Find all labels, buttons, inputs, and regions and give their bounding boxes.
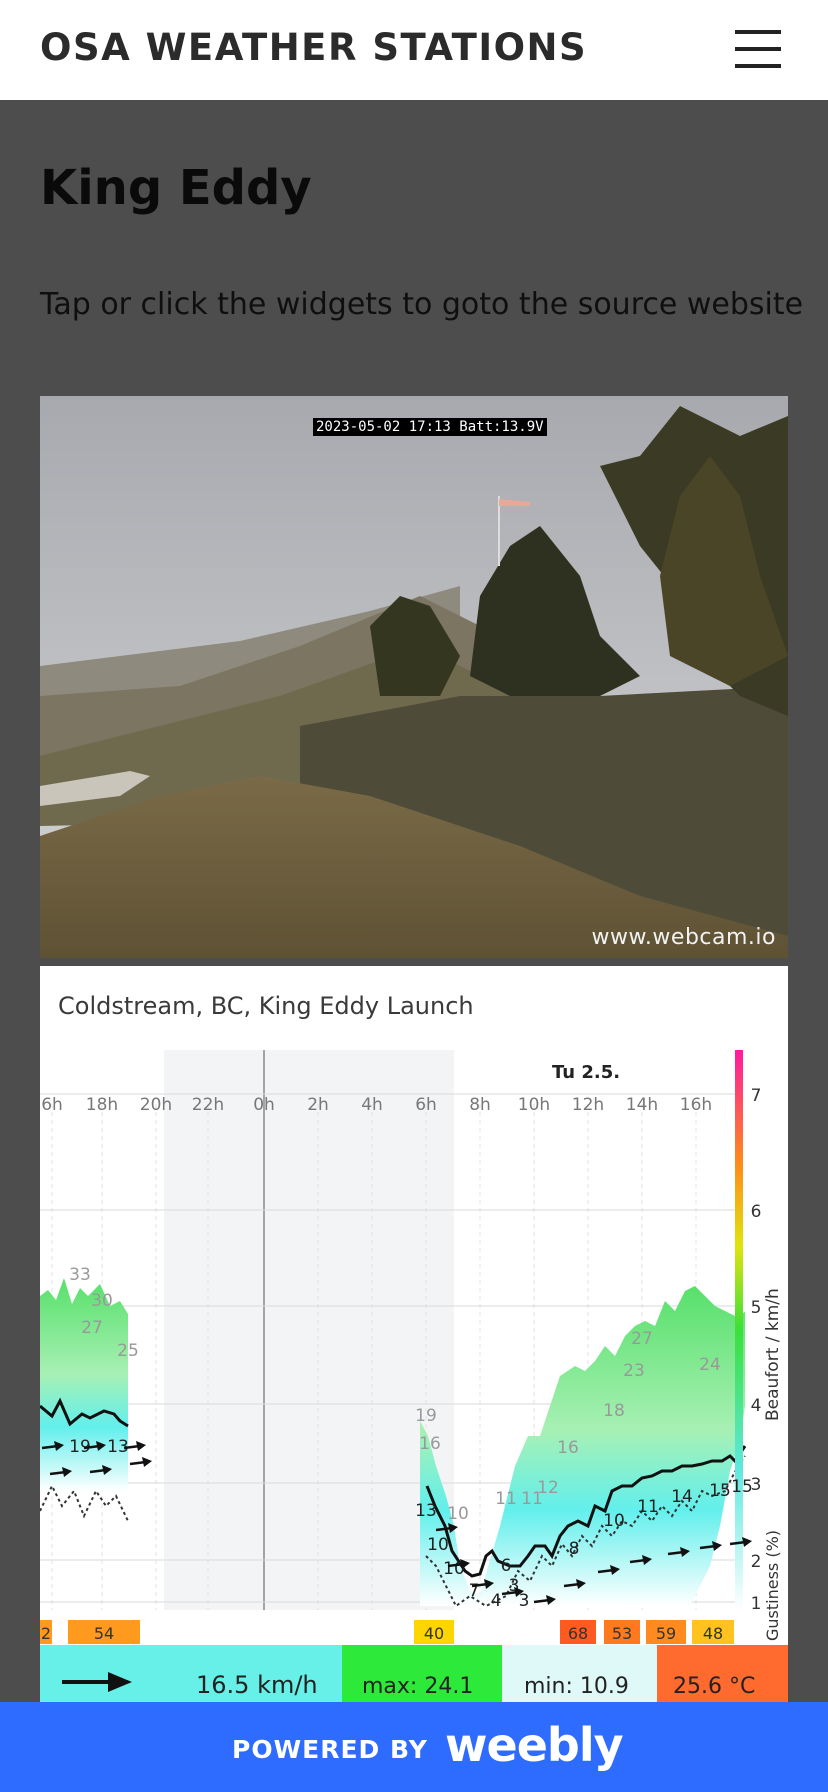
beaufort-tick-label: 7: [751, 1086, 762, 1106]
gustiness-box-label: 48: [703, 1624, 723, 1643]
temperature-value: 25.6 °C: [673, 1674, 755, 1699]
powered-by-weebly-banner[interactable]: POWERED BY weebly: [0, 1702, 828, 1792]
beaufort-tick-label: 5: [751, 1298, 762, 1318]
x-tick-label: 22h: [192, 1095, 224, 1115]
x-tick-label: 16h: [680, 1095, 712, 1115]
avg-value-label: 4: [491, 1591, 502, 1611]
beaufort-tick-label: 6: [751, 1202, 762, 1222]
avg-value-label: 3: [519, 1591, 530, 1611]
avg-value-label: 7: [469, 1581, 480, 1601]
x-tick-label: 0h: [253, 1095, 275, 1115]
avg-value-label: 10: [427, 1535, 449, 1555]
site-header: OSA WEATHER STATIONS: [0, 0, 828, 100]
avg-value-label: 14: [671, 1487, 693, 1507]
avg-value-label: 6: [501, 1556, 512, 1576]
x-tick-label: 4h: [361, 1095, 383, 1115]
gust-value-label: 25: [117, 1341, 139, 1361]
wind-chart: 2 54 40 68 53 59 48 16.5 km/h max: 24.1 min: 1…: [40, 1050, 788, 1702]
gust-value-label: 18: [603, 1401, 625, 1421]
hamburger-menu-icon[interactable]: [735, 30, 781, 68]
beaufort-axis-label: Beaufort / km/h: [763, 1288, 783, 1421]
x-tick-label: 18h: [86, 1095, 118, 1115]
gust-value-label: 12: [537, 1478, 559, 1498]
page-title: King Eddy: [40, 160, 312, 216]
avg-value-label: 11: [637, 1497, 659, 1517]
x-tick-label: 6h: [415, 1095, 437, 1115]
powered-by-label: POWERED BY: [232, 1735, 428, 1764]
min-wind-value: min: 10.9: [524, 1674, 629, 1699]
gust-value-label: 19: [415, 1406, 437, 1426]
gustiness-box-label: 40: [424, 1624, 444, 1643]
gustiness-box-label: 68: [568, 1624, 588, 1643]
wind-arrow-icon: [129, 1457, 152, 1467]
gust-value-label: 11: [495, 1489, 517, 1509]
gust-value-label: 23: [623, 1361, 645, 1381]
gust-area-left: [40, 1278, 128, 1491]
gustiness-box-label: 53: [612, 1624, 632, 1643]
current-wind-value: 16.5 km/h: [196, 1671, 318, 1699]
avg-value-label: 15: [731, 1477, 753, 1497]
gust-value-label: 27: [631, 1329, 653, 1349]
x-tick-label: 20h: [140, 1095, 172, 1115]
x-tick-label: 2h: [307, 1095, 329, 1115]
gust-value-label: 33: [69, 1265, 91, 1285]
beaufort-tick-label: 1: [751, 1594, 762, 1614]
gust-value-label: 27: [81, 1318, 103, 1338]
webcam-credit: www.webcam.io: [591, 925, 776, 950]
beaufort-tick-label: 2: [751, 1552, 762, 1572]
max-wind-value: max: 24.1: [362, 1674, 473, 1699]
gust-value-label: 24: [699, 1355, 721, 1375]
avg-value-label: 8: [569, 1539, 580, 1559]
gust-value-label: 16: [419, 1434, 441, 1454]
x-tick-label: 8h: [469, 1095, 491, 1115]
weebly-logo: weebly: [445, 1718, 624, 1772]
gust-value-label: 16: [557, 1438, 579, 1458]
beaufort-scale-bar: [735, 1050, 743, 1610]
webcam-image: [40, 396, 788, 958]
gustiness-box-label: 2: [41, 1624, 51, 1643]
site-title[interactable]: OSA WEATHER STATIONS: [40, 26, 587, 69]
windgraph-widget[interactable]: 2 54 40 68 53 59 48 16.5 km/h max: 24.1 min: 1…: [40, 966, 788, 1702]
beaufort-tick-label: 4: [751, 1396, 762, 1416]
day-label: Tu 2.5.: [552, 1062, 620, 1083]
gustiness-box-label: 59: [656, 1624, 676, 1643]
x-tick-label: 12h: [572, 1095, 604, 1115]
gust-area-right: [420, 1286, 745, 1606]
avg-value-label: 10: [603, 1511, 625, 1531]
x-tick-label: 6h: [41, 1095, 63, 1115]
station-name: Coldstream, BC, King Eddy Launch: [58, 992, 474, 1020]
x-tick-label: 14h: [626, 1095, 658, 1115]
avg-value-label: 15: [709, 1481, 731, 1501]
gustiness-axis-label: Gustiness (%): [763, 1530, 782, 1641]
gust-value-label: 30: [91, 1291, 113, 1311]
avg-value-label: 13: [415, 1501, 437, 1521]
x-tick-label: 10h: [518, 1095, 550, 1115]
gustiness-box-label: 54: [94, 1624, 114, 1643]
gust-value-label: 10: [447, 1504, 469, 1524]
webcam-widget[interactable]: 2023-05-02 17:13 Batt:13.9V www.webcam.i…: [40, 396, 788, 958]
webcam-timestamp: 2023-05-02 17:13 Batt:13.9V: [313, 418, 547, 436]
intro-text: Tap or click the widgets to goto the sou…: [40, 287, 804, 322]
